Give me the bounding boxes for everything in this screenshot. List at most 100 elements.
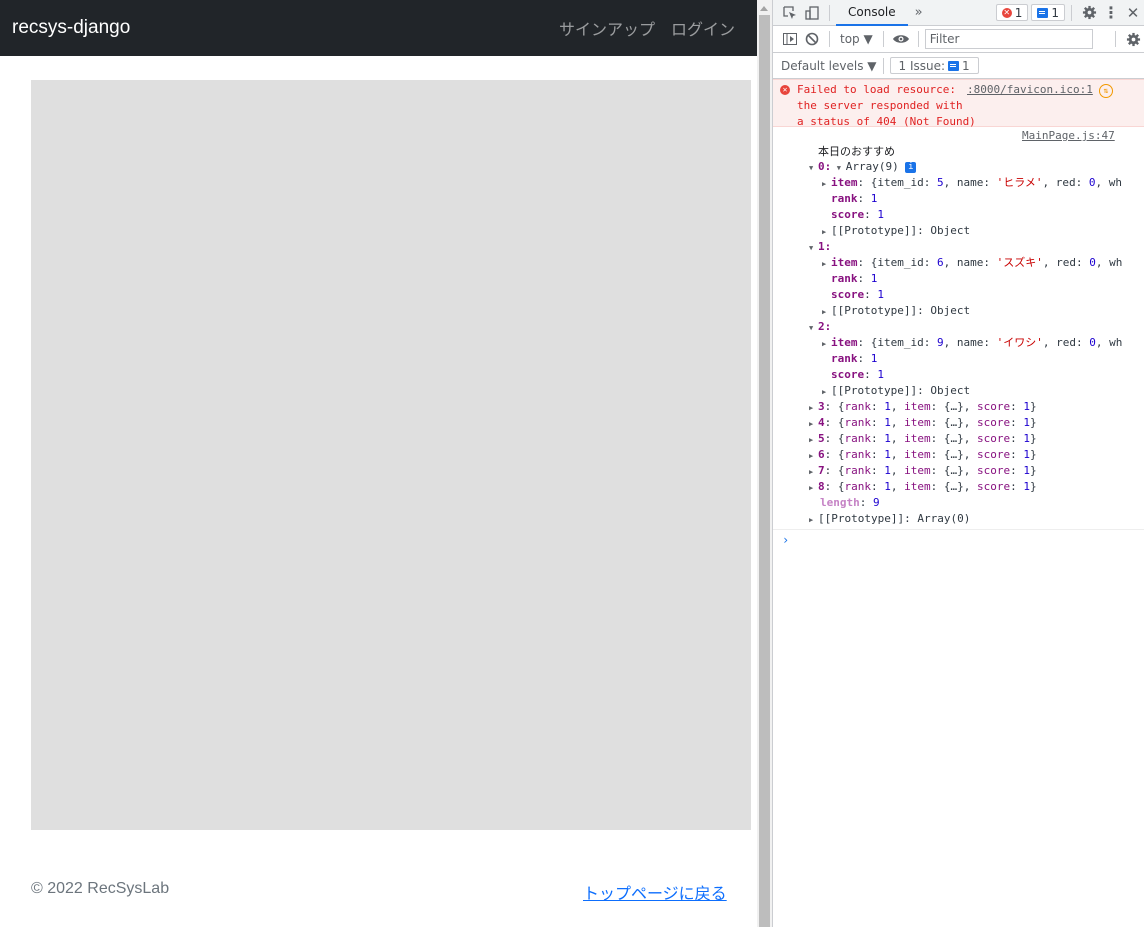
error-icon: ✕ (1001, 7, 1012, 18)
collapse-triangle-icon[interactable]: ▶ (822, 176, 831, 192)
expanded-entry-1: ▼ 1: ▶ item: {item_id: 6, name: 'スズキ', red… (773, 239, 1144, 319)
show-sidebar-icon[interactable] (779, 28, 801, 50)
page-scrollbar[interactable] (757, 0, 772, 927)
brand-logo[interactable]: recsys-django (12, 17, 130, 39)
issues-count: 1 (962, 58, 970, 73)
entry-header[interactable]: ▼ 2: (773, 319, 1144, 335)
collapse-triangle-icon[interactable]: ▶ (809, 448, 818, 464)
recommendation-placeholder (31, 80, 751, 830)
log-source-link[interactable]: MainPage.js:47 (1022, 128, 1115, 144)
entry-index: 0 (818, 160, 825, 173)
device-toolbar-icon[interactable] (801, 2, 823, 24)
separator (1071, 4, 1072, 21)
collapse-triangle-icon[interactable]: ▶ (809, 400, 818, 416)
issue-message-icon (948, 60, 960, 71)
item-preview: {item_id: 6, name: 'スズキ', red: 0, wh (870, 256, 1123, 269)
login-link[interactable]: ログイン (671, 16, 735, 40)
length-property: length: 9 (820, 496, 880, 509)
console-prompt[interactable]: › (773, 529, 1144, 549)
collapse-triangle-icon[interactable]: ▶ (822, 224, 831, 240)
scroll-thumb[interactable] (759, 15, 770, 927)
rank-property: rank: 1 (831, 192, 878, 205)
devtools-panel: Console » ✕ 1 1 ⋮ ✕ top ▼ Filter Default… (773, 0, 1144, 927)
settings-gear-icon[interactable] (1078, 2, 1100, 24)
more-options-icon[interactable]: ⋮ (1100, 2, 1122, 24)
expanded-entry-0: ▼ 0: ▶ item: {item_id: 5, name: 'ヒラメ', red… (773, 159, 1144, 239)
item-property[interactable]: ▶ item: {item_id: 9, name: 'イワシ', red: 0,… (773, 335, 1144, 351)
context-selector[interactable]: top ▼ (836, 32, 877, 46)
console-error-message: ✕ Failed to load resource: the server re… (773, 79, 1144, 128)
expand-triangle-icon[interactable]: ▼ (809, 240, 818, 256)
item-property[interactable]: ▶ item: {item_id: 5, name: 'ヒラメ', red: 0,… (773, 175, 1144, 191)
array-root[interactable]: ▼ Array(9) i (773, 143, 1144, 173)
back-to-top-page-link[interactable]: トップページに戻る (583, 880, 727, 904)
rank-property: rank: 1 (831, 352, 878, 365)
more-tabs-icon[interactable]: » (908, 2, 930, 24)
error-count-badge[interactable]: ✕ 1 (995, 4, 1029, 21)
rank-property: rank: 1 (831, 272, 878, 285)
clear-console-icon[interactable] (801, 28, 823, 50)
collapsed-entry[interactable]: ▶ 8: {rank: 1, item: {…}, score: 1} (773, 479, 1144, 495)
error-icon: ✕ (780, 85, 790, 95)
entry-header[interactable]: ▼ 1: (773, 239, 1144, 255)
live-expression-eye-icon[interactable] (890, 28, 912, 50)
prototype-property[interactable]: ▶ [[Prototype]]: Object (773, 303, 1144, 319)
log-levels-bar: Default levels ▼ 1 Issue: 1 (773, 53, 1144, 79)
item-preview: {item_id: 5, name: 'ヒラメ', red: 0, wh (870, 176, 1122, 189)
score-property: score: 1 (831, 368, 884, 381)
separator (829, 4, 830, 21)
console-log: ✕ Failed to load resource: the server re… (773, 79, 1144, 549)
issues-label: 1 Issue: (898, 58, 946, 73)
collapsed-entry[interactable]: ▶ 6: {rank: 1, item: {…}, score: 1} (773, 447, 1144, 463)
expand-triangle-icon[interactable]: ▼ (809, 320, 818, 336)
collapsed-entry[interactable]: ▶ 3: {rank: 1, item: {…}, score: 1} (773, 399, 1144, 415)
collapsed-entry[interactable]: ▶ 7: {rank: 1, item: {…}, score: 1} (773, 463, 1144, 479)
separator (917, 31, 919, 47)
array-prototype-property[interactable]: ▶ [[Prototype]]: Array(0) (773, 511, 1144, 527)
collapse-triangle-icon[interactable]: ▶ (809, 432, 818, 448)
devtools-tab-bar: Console » ✕ 1 1 ⋮ ✕ (773, 0, 1144, 26)
collapse-triangle-icon[interactable]: ▶ (822, 384, 831, 400)
error-count: 1 (1014, 5, 1023, 20)
console-toolbar: top ▼ (773, 26, 1144, 53)
default-levels-dropdown[interactable]: Default levels ▼ (781, 59, 877, 73)
message-count-badge[interactable]: 1 (1031, 4, 1065, 21)
separator (1115, 31, 1116, 47)
prompt-chevron-icon: › (782, 533, 790, 547)
collapse-triangle-icon[interactable]: ▶ (809, 464, 818, 480)
network-issue-icon[interactable]: ⇅ (1099, 84, 1113, 98)
inspect-element-icon[interactable] (779, 2, 801, 24)
entry-header[interactable]: ▼ 0: (773, 159, 1144, 175)
tab-console[interactable]: Console (836, 0, 908, 26)
collapse-triangle-icon[interactable]: ▶ (822, 256, 831, 272)
collapsed-entry[interactable]: ▶ 5: {rank: 1, item: {…}, score: 1} (773, 431, 1144, 447)
issues-button[interactable]: 1 Issue: 1 (889, 57, 979, 74)
footer-copyright: © 2022 RecSysLab (31, 880, 170, 897)
console-settings-gear-icon[interactable] (1122, 28, 1144, 50)
prototype-property[interactable]: ▶ [[Prototype]]: Object (773, 223, 1144, 239)
log-message-label: 本日のおすすめ MainPage.js:47 (773, 127, 1144, 158)
collapse-triangle-icon[interactable]: ▶ (809, 416, 818, 432)
item-property[interactable]: ▶ item: {item_id: 6, name: 'スズキ', red: 0,… (773, 255, 1144, 271)
score-property: score: 1 (831, 288, 884, 301)
scroll-up-arrow-icon[interactable] (760, 6, 768, 11)
collapsed-entry[interactable]: ▶ 4: {rank: 1, item: {…}, score: 1} (773, 415, 1144, 431)
expand-triangle-icon[interactable]: ▼ (809, 160, 818, 176)
expanded-entry-2: ▼ 2: ▶ item: {item_id: 9, name: 'イワシ', red… (773, 319, 1144, 399)
collapse-triangle-icon[interactable]: ▶ (822, 336, 831, 352)
entry-index: 1 (818, 240, 825, 253)
separator (882, 31, 884, 47)
collapse-triangle-icon[interactable]: ▶ (809, 480, 818, 496)
collapse-triangle-icon[interactable]: ▶ (809, 512, 818, 528)
signup-link[interactable]: サインアップ (559, 16, 655, 40)
item-preview: {item_id: 9, name: 'イワシ', red: 0, wh (870, 336, 1123, 349)
navbar: recsys-django サインアップ ログイン (0, 0, 757, 56)
collapse-triangle-icon[interactable]: ▶ (822, 304, 831, 320)
separator (829, 31, 830, 47)
close-devtools-icon[interactable]: ✕ (1122, 2, 1144, 24)
prototype-property[interactable]: ▶ [[Prototype]]: Object (773, 383, 1144, 399)
entry-index: 2 (818, 320, 825, 333)
nav-links: サインアップ ログイン (559, 16, 735, 40)
error-source-link[interactable]: :8000/favicon.ico:1 (967, 82, 1093, 98)
filter-input[interactable] (924, 29, 1093, 49)
